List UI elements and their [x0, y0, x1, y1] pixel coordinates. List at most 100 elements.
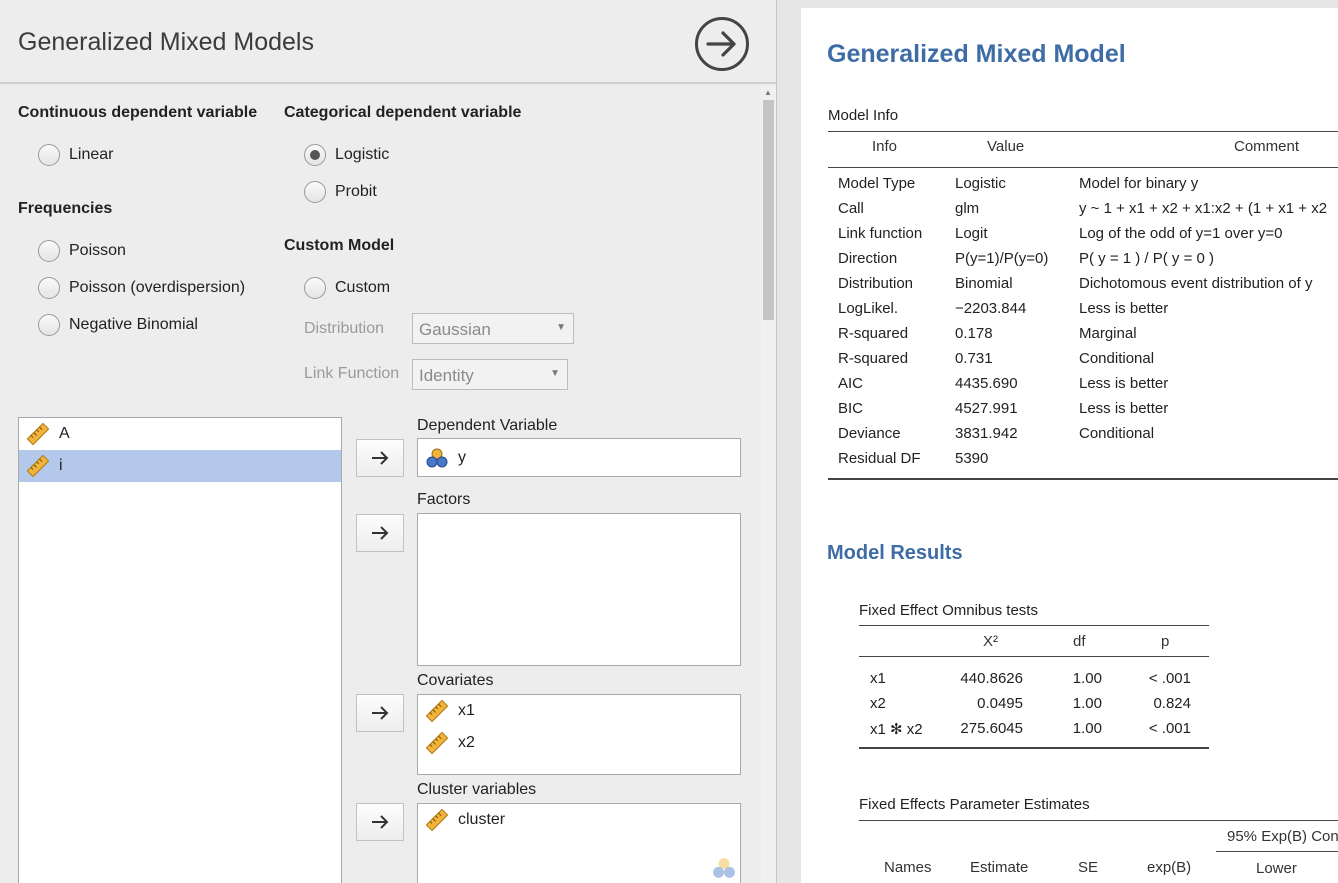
radio-poisson-overdispersion-circle[interactable] — [38, 277, 60, 299]
info-cell: AIC — [838, 375, 864, 392]
cluster-variable-cluster[interactable]: cluster — [418, 804, 740, 836]
table-rule — [859, 747, 1209, 749]
dependent-variable-box[interactable]: y — [417, 438, 741, 477]
comment-cell: Conditional — [1079, 350, 1155, 367]
radio-probit[interactable]: Probit — [304, 181, 377, 203]
col-header-lower: Lower — [1256, 860, 1297, 877]
ruler-icon — [426, 732, 448, 754]
categorical-section-title: Categorical dependent variable — [284, 104, 522, 121]
value-cell: 5390 — [955, 450, 989, 467]
col-header-names: Names — [884, 859, 932, 876]
info-cell: Model Type — [838, 175, 916, 192]
distribution-select-value: Gaussian — [419, 320, 491, 339]
value-cell: Logistic — [955, 175, 1006, 192]
ruler-icon — [27, 423, 49, 445]
comment-cell: y ~ 1 + x1 + x2 + x1:x2 + (1 + x1 + x2 — [1079, 200, 1328, 217]
distribution-label: Distribution — [304, 320, 385, 337]
table-rule — [828, 167, 1338, 168]
table-rule — [1216, 851, 1338, 852]
dependent-variable-y[interactable]: y — [418, 439, 740, 476]
radio-negative-binomial-circle[interactable] — [38, 314, 60, 336]
radio-logistic[interactable]: Logistic — [304, 144, 389, 166]
value-cell: 3831.942 — [955, 425, 1018, 442]
comment-cell: Conditional — [1079, 425, 1155, 442]
col-header-comment: Comment — [1234, 138, 1300, 155]
source-variable-i-label: i — [59, 457, 63, 474]
col-header-chisq: X² — [983, 633, 998, 650]
info-cell: Residual DF — [838, 450, 921, 467]
comment-cell: Model for binary y — [1079, 175, 1199, 192]
arrow-right-icon — [706, 31, 736, 57]
covariate-x2-label: x2 — [458, 734, 475, 751]
radio-poisson-circle[interactable] — [38, 240, 60, 262]
value-cell: −2203.844 — [955, 300, 1027, 317]
options-scrollbar[interactable]: ▲ — [761, 86, 776, 883]
info-cell: LogLikel. — [838, 300, 899, 317]
table-rule — [828, 131, 1338, 132]
ruler-icon — [426, 700, 448, 722]
comment-cell: Less is better — [1079, 375, 1169, 392]
covariate-x2[interactable]: x2 — [418, 727, 740, 759]
radio-linear-circle[interactable] — [38, 144, 60, 166]
value-cell: glm — [955, 200, 980, 217]
cluster-variables-box[interactable]: cluster — [417, 803, 741, 883]
info-cell: Deviance — [838, 425, 901, 442]
distribution-select[interactable]: Gaussian ▼ — [412, 313, 574, 344]
results-panel: Generalized Mixed Model Model Info Info … — [793, 0, 1338, 883]
col-header-df: df — [1073, 633, 1086, 650]
move-to-covariates-button[interactable] — [356, 694, 404, 732]
continuous-section-title: Continuous dependent variable — [18, 104, 258, 121]
radio-negative-binomial-label: Negative Binomial — [69, 316, 198, 333]
results-page: Generalized Mixed Model Model Info Info … — [801, 8, 1338, 883]
dependent-variable-label: Dependent Variable — [417, 417, 558, 434]
comment-cell: Less is better — [1079, 300, 1169, 317]
col-header-se: SE — [1078, 859, 1099, 876]
run-arrow-button[interactable] — [695, 17, 749, 71]
col-header-p: p — [1161, 633, 1170, 650]
move-to-dependent-button[interactable] — [356, 439, 404, 477]
move-to-cluster-button[interactable] — [356, 803, 404, 841]
source-variable-a-label: A — [59, 425, 70, 442]
options-header: Generalized Mixed Models — [0, 0, 776, 84]
factors-box[interactable] — [417, 513, 741, 666]
radio-probit-circle[interactable] — [304, 181, 326, 203]
model-info-title: Model Info — [828, 107, 899, 124]
chevron-down-icon: ▼ — [550, 368, 560, 379]
scroll-up-arrow-icon[interactable]: ▲ — [764, 88, 772, 97]
info-cell: Link function — [838, 225, 923, 242]
move-to-factors-button[interactable] — [356, 514, 404, 552]
ruler-icon — [426, 809, 448, 831]
link-function-select[interactable]: Identity ▼ — [412, 359, 568, 390]
scroll-thumb[interactable] — [763, 100, 774, 320]
info-cell: Direction — [838, 250, 898, 267]
radio-poisson-overdispersion[interactable]: Poisson (overdispersion) — [38, 277, 245, 299]
panel-title: Generalized Mixed Models — [18, 28, 314, 56]
covariates-box[interactable]: x1 x2 — [417, 694, 741, 775]
arrow-right-icon — [372, 706, 389, 720]
value-cell: 0.731 — [955, 350, 993, 367]
col-header-ci: 95% Exp(B) Con — [1227, 828, 1338, 845]
info-cell: Distribution — [838, 275, 914, 292]
radio-custom[interactable]: Custom — [304, 277, 390, 299]
arrow-right-icon — [372, 526, 389, 540]
source-variable-a[interactable]: A — [19, 418, 341, 450]
value-cell: Binomial — [955, 275, 1013, 292]
term-cell: x1 — [870, 670, 886, 687]
radio-custom-circle[interactable] — [304, 277, 326, 299]
radio-poisson-overdispersion-label: Poisson (overdispersion) — [69, 279, 246, 296]
radio-logistic-label: Logistic — [335, 146, 390, 163]
radio-linear[interactable]: Linear — [38, 144, 113, 166]
source-variable-i[interactable]: i — [19, 450, 341, 482]
info-cell: R-squared — [838, 350, 909, 367]
radio-poisson[interactable]: Poisson — [38, 240, 126, 262]
comment-cell: Less is better — [1079, 400, 1169, 417]
radio-logistic-circle[interactable] — [304, 144, 326, 166]
comment-cell: Dichotomous event distribution of y — [1079, 275, 1313, 292]
arrow-right-icon — [372, 815, 389, 829]
covariate-x1[interactable]: x1 — [418, 695, 740, 727]
radio-negative-binomial[interactable]: Negative Binomial — [38, 314, 198, 336]
variable-source-list[interactable]: A i — [18, 417, 342, 883]
arrow-right-icon — [372, 451, 389, 465]
value-cell: Logit — [955, 225, 988, 242]
col-header-expb: exp(B) — [1147, 859, 1192, 876]
